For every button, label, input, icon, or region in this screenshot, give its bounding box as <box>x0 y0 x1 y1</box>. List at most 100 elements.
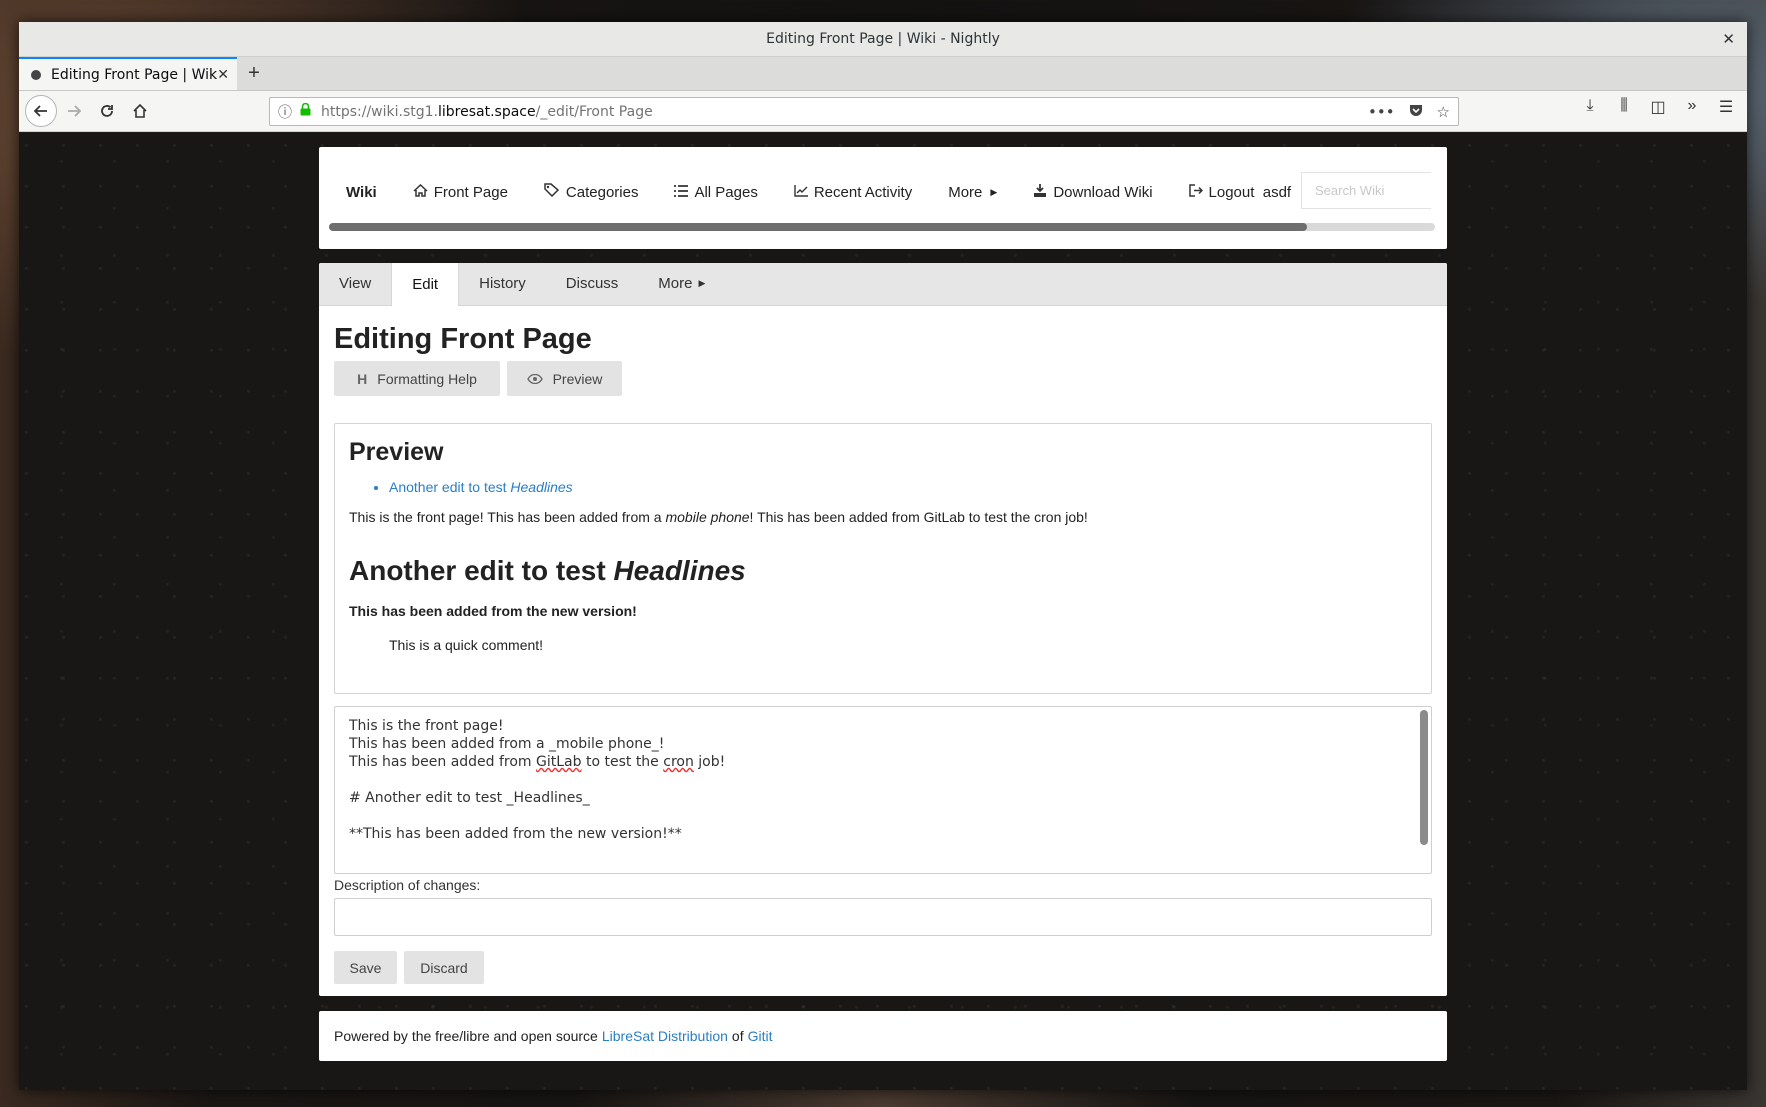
url-text[interactable]: https://wiki.stg1.libresat.space/_edit/F… <box>321 104 1368 120</box>
reload-button[interactable] <box>91 95 123 127</box>
window-title: Editing Front Page | Wiki - Nightly <box>766 31 1000 47</box>
download-icon <box>1033 183 1047 201</box>
preview-button[interactable]: Preview <box>507 361 622 396</box>
editor-text: job! <box>693 754 726 770</box>
discard-button[interactable]: Discard <box>404 951 484 984</box>
nav-more[interactable]: More ▶ <box>948 184 997 201</box>
description-input[interactable] <box>334 898 1432 936</box>
tab-history[interactable]: History <box>459 263 546 305</box>
gitit-link[interactable]: Gitit <box>748 1028 773 1044</box>
horizontal-scrollbar[interactable] <box>329 223 1435 231</box>
nav-front-page[interactable]: Front Page <box>413 183 508 201</box>
info-icon[interactable]: ⓘ <box>278 102 292 122</box>
back-button[interactable] <box>25 95 57 127</box>
browser-tab[interactable]: Editing Front Page | Wiki ✕ <box>19 57 237 90</box>
reload-icon <box>101 105 113 117</box>
nav-all-pages-label: All Pages <box>694 183 758 201</box>
page-footer: Powered by the free/libre and open sourc… <box>319 1011 1447 1061</box>
preview-bold-line: This has been added from the new version… <box>349 603 637 619</box>
tab-more[interactable]: More ▶ <box>638 263 725 305</box>
wiki-topnav: Wiki Front Page Categories All Pages Rec… <box>319 147 1447 249</box>
nav-logout[interactable]: Logout asdf <box>1188 183 1292 201</box>
forward-arrow-icon <box>68 105 82 117</box>
editor-line: **This has been added from the new versi… <box>349 826 682 842</box>
page-actions-icon[interactable]: ••• <box>1368 103 1395 121</box>
nav-recent-activity[interactable]: Recent Activity <box>794 184 912 201</box>
preview-panel: Preview Another edit to test Headlines T… <box>334 423 1432 694</box>
search-input[interactable]: Search Wiki <box>1301 172 1431 209</box>
toc-link-em: Headlines <box>510 479 573 495</box>
browser-tabbar: Editing Front Page | Wiki ✕ + <box>19 57 1747 91</box>
tab-edit[interactable]: Edit <box>391 263 460 306</box>
spellcheck-word: cron <box>663 754 694 770</box>
page-content: Wiki Front Page Categories All Pages Rec… <box>19 133 1747 1090</box>
markdown-editor[interactable]: This is the front page! This has been add… <box>334 706 1432 874</box>
nav-recent-activity-label: Recent Activity <box>813 183 913 201</box>
lock-icon[interactable] <box>300 102 311 120</box>
overflow-chevron-icon[interactable]: » <box>1681 97 1703 117</box>
editor-line: This is the front page! <box>349 718 504 734</box>
tab-discuss[interactable]: Discuss <box>546 263 639 305</box>
para-part2: ! This has been added from GitLab to tes… <box>749 509 1088 525</box>
footer-text: Powered by the free/libre and open sourc… <box>334 1028 598 1044</box>
pocket-icon[interactable] <box>1409 103 1423 121</box>
preview-heading: Preview <box>349 438 444 466</box>
toc-link[interactable]: Another edit to test Headlines <box>389 479 573 495</box>
bookmark-star-icon[interactable]: ☆ <box>1437 103 1450 121</box>
preview-paragraph: This is the front page! This has been ad… <box>349 509 1417 525</box>
downloads-icon[interactable]: ⤓ <box>1579 97 1601 117</box>
back-arrow-icon <box>33 105 47 117</box>
home-icon <box>133 103 147 118</box>
library-icon[interactable]: ⫼ <box>1613 97 1635 117</box>
page-tabs: View Edit History Discuss More ▶ <box>319 263 1447 306</box>
libresat-link[interactable]: LibreSat Distribution <box>602 1028 728 1044</box>
wiki-nav-items: Wiki Front Page Categories All Pages Rec… <box>346 183 1327 201</box>
preview-h1: Another edit to test Headlines <box>349 555 1417 587</box>
eye-icon <box>526 371 543 387</box>
window-titlebar: Editing Front Page | Wiki - Nightly ✕ <box>19 22 1747 57</box>
forward-button[interactable] <box>58 95 90 127</box>
footer-text: of <box>731 1028 744 1044</box>
heading-icon: H <box>357 370 368 387</box>
nav-categories-label: Categories <box>565 183 639 201</box>
home-button[interactable] <box>124 95 156 127</box>
spellcheck-word: GitLab <box>536 754 582 770</box>
h1-em: Headlines <box>613 555 746 586</box>
editor-line: This has been added from a _mobile phone… <box>349 736 665 752</box>
editor-line: This has been added from GitLab to test … <box>349 753 1417 771</box>
browser-window: Editing Front Page | Wiki - Nightly ✕ Ed… <box>19 22 1747 1090</box>
editor-scrollbar[interactable] <box>1420 710 1428 845</box>
main-panel: View Edit History Discuss More ▶ Editing… <box>319 263 1447 996</box>
url-host: libresat.space <box>438 103 536 120</box>
tags-icon <box>544 183 560 201</box>
editor-blank-line <box>349 771 1417 789</box>
nav-download-wiki-label: Download Wiki <box>1053 183 1153 201</box>
nav-categories[interactable]: Categories <box>544 183 639 201</box>
save-button[interactable]: Save <box>334 951 397 984</box>
hamburger-menu-icon[interactable]: ☰ <box>1715 97 1737 117</box>
para-part1: This is the front page! This has been ad… <box>349 509 666 525</box>
nav-logout-label: Logout asdf <box>1208 183 1292 201</box>
url-bar[interactable]: ⓘ https://wiki.stg1.libresat.space/_edit… <box>269 97 1459 126</box>
url-actions: ••• ☆ <box>1368 103 1450 121</box>
wiki-brand[interactable]: Wiki <box>346 184 377 201</box>
page-title: Editing Front Page <box>334 323 592 355</box>
nav-all-pages[interactable]: All Pages <box>674 183 758 201</box>
editor-blank-line <box>349 807 1417 825</box>
sidebar-icon[interactable]: ◫ <box>1647 97 1669 117</box>
window-close-icon[interactable]: ✕ <box>1722 30 1735 48</box>
formatting-help-button[interactable]: H Formatting Help <box>334 361 500 396</box>
toc-item: Another edit to test Headlines <box>389 479 1417 495</box>
description-label: Description of changes: <box>334 877 481 893</box>
scrollbar-thumb[interactable] <box>329 223 1307 231</box>
url-path: /_edit/Front Page <box>535 103 653 120</box>
tab-title: Editing Front Page | Wiki <box>51 66 218 83</box>
nav-download-wiki[interactable]: Download Wiki <box>1033 183 1153 201</box>
tab-view[interactable]: View <box>319 263 391 305</box>
url-prefix: https://wiki.stg1. <box>321 103 438 120</box>
editor-text: This has been added from <box>349 754 537 770</box>
new-tab-button[interactable]: + <box>237 57 271 90</box>
preview-button-label: Preview <box>552 370 603 387</box>
tab-close-icon[interactable]: ✕ <box>217 67 229 83</box>
toc-link-text: Another edit to test <box>389 479 511 495</box>
